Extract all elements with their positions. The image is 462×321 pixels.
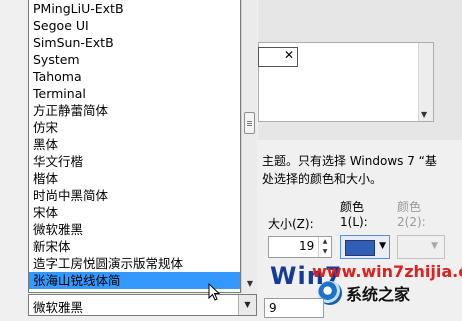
color2-label: 2(2): [397,215,426,229]
size-value: 19 [299,239,315,253]
preview-window: ✕ [258,47,298,67]
font-combo-box[interactable]: 微软雅黑 ▼ [28,294,257,316]
font-list-item[interactable]: 造字工房悦圆演示版常规体 [29,255,240,272]
font-list-scrollbar[interactable]: ▼ [241,0,257,293]
font-list-item[interactable]: Tahoma [29,68,240,85]
description-text: 主题。只有选择 Windows 7 “基 处选择的颜色和大小。 [262,152,462,188]
mouse-pointer-icon [208,283,221,301]
font-list-item[interactable]: System [29,51,240,68]
chevron-down-icon: ▼ [431,241,438,251]
font-list-item[interactable]: 黑体 [29,136,240,153]
watermark-brand: 系统之家 [318,279,410,307]
brand-text: 系统之家 [346,285,411,304]
font-list-item[interactable]: 楷体 [29,170,240,187]
size-spinner[interactable]: 19 ▲ ▼ [268,236,332,258]
color1-top-label: 颜色 [340,200,365,214]
font-list-item[interactable]: Terminal [29,85,240,102]
color1-swatch [345,240,375,256]
color2-picker: ▼ [397,235,445,259]
preview-scrollbar[interactable]: ▼ [418,43,433,121]
font-list-item[interactable]: 仿宋 [29,119,240,136]
spinner-arrows-icon[interactable]: ▲ ▼ [318,237,331,257]
chevron-down-icon: ▼ [379,241,386,251]
font-list-item[interactable]: 宋体 [29,204,240,221]
font-list-item[interactable]: 方正静蕾简体 [29,102,240,119]
font-list-item[interactable]: PMingLiU-ExtB [29,0,240,17]
chevron-down-icon[interactable]: ▼ [238,295,256,315]
size-label: 大小(Z): [268,217,314,231]
scrollbar-thumb[interactable] [244,112,255,134]
font-dropdown-list[interactable]: PMingLiU-ExtB Segoe UI SimSun-ExtB System Ta… [28,0,241,293]
close-icon[interactable]: ✕ [282,49,296,63]
font-list-item[interactable]: 时尚中黑简体 [29,187,240,204]
description-line-2: 处选择的颜色和大小。 [262,172,383,186]
scroll-down-arrow-icon[interactable]: ▼ [421,110,427,119]
font-list-item[interactable]: 微软雅黑 [29,221,240,238]
color2-top-label: 颜色 [397,200,422,214]
color1-picker[interactable]: ▼ [340,235,390,259]
font-list-item[interactable]: 华文行楷 [29,153,240,170]
font-combo-value: 微软雅黑 [33,300,84,315]
font-list-item[interactable]: 新宋体 [29,238,240,255]
font-size-field[interactable]: 9 [264,298,324,318]
font-list-item[interactable]: SimSun-ExtB [29,34,240,51]
description-line-1: 主题。只有选择 Windows 7 “基 [262,154,437,168]
font-list-item[interactable]: Segoe UI [29,17,240,34]
font-size-value: 9 [269,301,277,315]
color1-label: 1(L): [340,215,368,229]
scroll-down-arrow-icon[interactable]: ▼ [244,279,256,289]
